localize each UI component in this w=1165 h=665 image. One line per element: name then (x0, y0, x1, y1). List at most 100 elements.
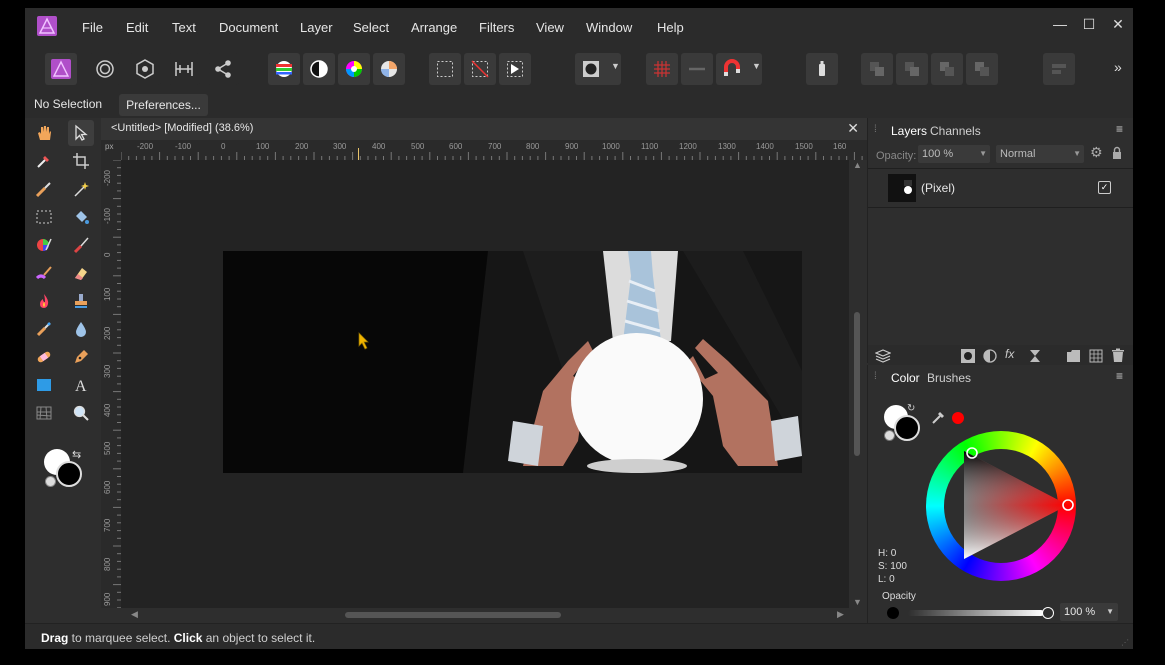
preferences-button[interactable]: Preferences... (119, 94, 208, 116)
layer-row[interactable]: (Pixel) ✓ (868, 169, 1133, 207)
arrange-backward-button[interactable] (896, 53, 928, 85)
tone-mapping-persona-button[interactable] (168, 53, 200, 85)
reset-colors-icon[interactable] (45, 476, 56, 487)
flood-select-tool[interactable] (68, 176, 94, 202)
document-image[interactable] (223, 251, 802, 473)
lock-children-button[interactable] (806, 53, 838, 85)
snapping-dropdown[interactable]: ▼ (716, 53, 762, 85)
zoom-tool[interactable] (68, 400, 94, 426)
export-persona-button[interactable] (207, 53, 239, 85)
secondary-color-swatch[interactable] (56, 461, 82, 487)
blur-brush-tool[interactable] (68, 316, 94, 342)
live-filter-icon[interactable] (1028, 349, 1042, 363)
horizontal-scroll-thumb[interactable] (345, 612, 561, 618)
flood-fill-tool[interactable] (68, 204, 94, 230)
vertical-scroll-thumb[interactable] (854, 312, 860, 456)
gear-icon[interactable]: ⚙ (1090, 144, 1103, 161)
arrange-back-button[interactable] (861, 53, 893, 85)
dodge-brush-tool[interactable] (31, 288, 57, 314)
lock-icon[interactable] (1112, 146, 1122, 160)
auto-contrast-button[interactable] (303, 53, 335, 85)
close-document-icon[interactable]: ✕ (847, 120, 859, 137)
mask-layer-icon[interactable] (961, 349, 975, 363)
blend-mode-select[interactable]: Normal ▼ (996, 145, 1084, 163)
rectangle-tool[interactable] (31, 372, 57, 398)
horizontal-scrollbar[interactable]: ◀ ▶ (101, 608, 867, 623)
marquee-select-button[interactable] (429, 53, 461, 85)
layer-visibility-checkbox[interactable]: ✓ (1098, 181, 1111, 194)
menu-select[interactable]: Select (353, 20, 389, 35)
auto-levels-button[interactable] (268, 53, 300, 85)
move-tool[interactable] (68, 120, 94, 146)
develop-persona-button[interactable] (129, 53, 161, 85)
menu-arrange[interactable]: Arrange (411, 20, 457, 35)
arrange-front-button[interactable] (966, 53, 998, 85)
scroll-left-icon[interactable]: ◀ (131, 609, 138, 620)
menu-document[interactable]: Document (219, 20, 278, 35)
color-replacement-tool[interactable] (31, 232, 57, 258)
view-tool[interactable] (31, 120, 57, 146)
inpainting-brush-tool[interactable] (31, 316, 57, 342)
menu-file[interactable]: File (82, 20, 103, 35)
auto-colors-button[interactable] (338, 53, 370, 85)
artistic-text-tool[interactable]: A (68, 372, 94, 398)
tab-color[interactable]: Color (891, 371, 920, 385)
scroll-right-icon[interactable]: ▶ (837, 609, 844, 620)
quick-mask-dropdown[interactable]: ▼ (575, 53, 621, 85)
menu-help[interactable]: Help (657, 20, 684, 35)
clone-brush-tool[interactable] (68, 288, 94, 314)
stroke-color-swatch[interactable] (894, 415, 920, 441)
folder-icon[interactable] (1066, 349, 1081, 363)
eyedropper-icon[interactable] (931, 409, 947, 425)
menu-edit[interactable]: Edit (126, 20, 148, 35)
add-pixel-layer-icon[interactable] (1089, 349, 1103, 363)
vertical-scrollbar[interactable]: ▲ ▼ (849, 160, 867, 608)
arrange-forward-button[interactable] (931, 53, 963, 85)
trash-icon[interactable] (1111, 348, 1125, 363)
selection-brush-tool[interactable] (31, 176, 57, 202)
scroll-down-icon[interactable]: ▼ (853, 597, 862, 607)
mixer-brush-tool[interactable] (31, 260, 57, 286)
color-picker-tool[interactable] (31, 148, 57, 174)
toolbar-overflow-button[interactable]: » (1114, 59, 1122, 75)
saturation-lightness-triangle[interactable] (926, 431, 1076, 581)
resize-grip-icon[interactable]: ⋰ (1121, 638, 1129, 647)
swap-colors-icon[interactable]: ↻ (907, 403, 915, 414)
fx-icon[interactable]: fx (1005, 347, 1014, 361)
panel-grip-icon[interactable]: ⁞ (874, 371, 877, 382)
auto-white-balance-button[interactable] (373, 53, 405, 85)
opacity-field[interactable]: 100 % ▼ (918, 145, 990, 163)
menu-window[interactable]: Window (586, 20, 632, 35)
alignment-guides-button[interactable] (681, 53, 713, 85)
menu-filters[interactable]: Filters (479, 20, 514, 35)
panel-menu-icon[interactable]: ≡ (1116, 369, 1123, 383)
photo-persona-button[interactable] (45, 53, 77, 85)
opacity-slider[interactable] (908, 610, 1044, 616)
menu-text[interactable]: Text (172, 20, 196, 35)
patch-tool[interactable] (31, 344, 57, 370)
menu-view[interactable]: View (536, 20, 564, 35)
minimize-button[interactable]: — (1052, 16, 1068, 32)
snapping-grid-button[interactable] (646, 53, 678, 85)
tab-brushes[interactable]: Brushes (927, 371, 971, 385)
deselect-button[interactable] (464, 53, 496, 85)
transparent-swatch-icon[interactable] (884, 430, 895, 441)
erase-brush-tool[interactable] (68, 260, 94, 286)
adjustment-icon[interactable] (983, 349, 997, 363)
canvas-area[interactable] (121, 160, 849, 608)
swap-colors-icon[interactable]: ⇆ (72, 448, 81, 461)
align-button[interactable] (1043, 53, 1075, 85)
close-window-button[interactable]: ✕ (1110, 16, 1126, 32)
maximize-button[interactable]: ☐ (1081, 16, 1097, 32)
tab-channels[interactable]: Channels (930, 124, 981, 138)
invert-selection-button[interactable] (499, 53, 531, 85)
document-tab[interactable]: <Untitled> [Modified] (38.6%) ✕ (101, 118, 867, 140)
picked-color-swatch[interactable] (952, 412, 964, 424)
panel-menu-icon[interactable]: ≡ (1116, 122, 1123, 136)
menu-layer[interactable]: Layer (300, 20, 333, 35)
panel-grip-icon[interactable]: ⁞ (874, 124, 877, 135)
layers-stack-icon[interactable] (875, 348, 891, 364)
paint-brush-tool[interactable] (68, 232, 94, 258)
liquify-persona-button[interactable] (89, 53, 121, 85)
tab-layers[interactable]: Layers (891, 124, 927, 138)
